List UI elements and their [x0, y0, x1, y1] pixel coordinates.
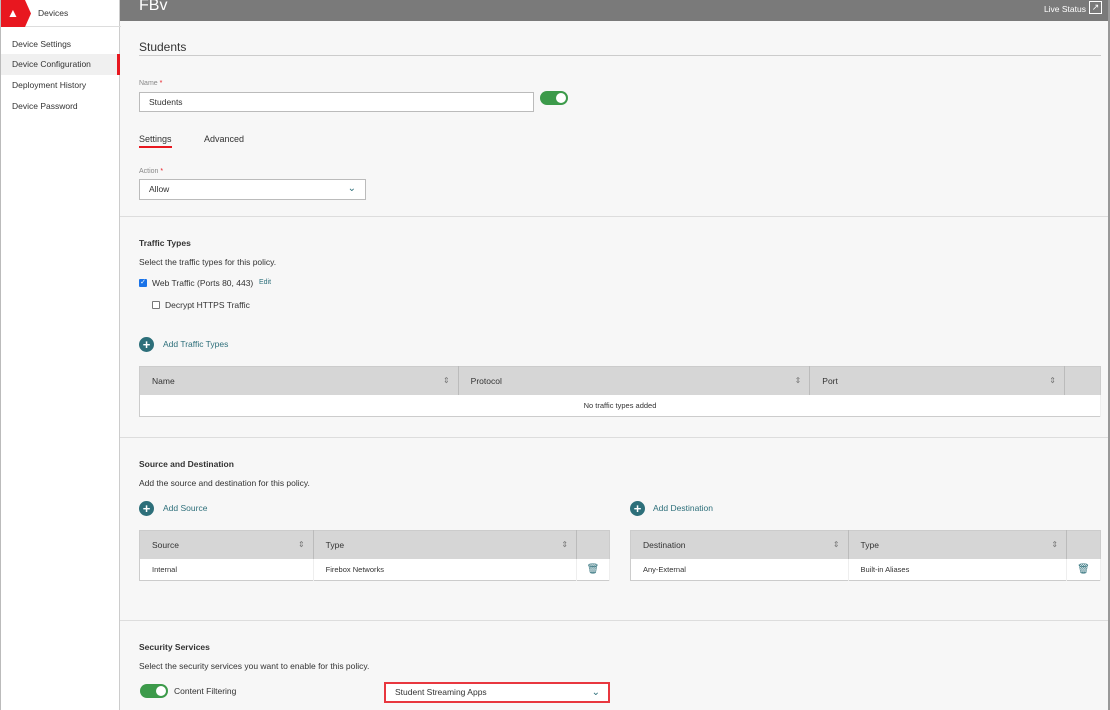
column-header-type[interactable]: Type⇕ — [848, 531, 1067, 559]
action-value: Allow — [149, 184, 169, 194]
trash-icon[interactable]: 🗑 — [1067, 559, 1101, 581]
heading-underline — [139, 55, 1101, 56]
edit-web-traffic-link[interactable]: Edit — [259, 279, 271, 286]
top-bar: FBv Live Status ↗ — [120, 0, 1110, 21]
column-header-port[interactable]: Port⇕ — [810, 367, 1065, 395]
chevron-down-icon: ⌄ — [592, 684, 600, 701]
add-traffic-types-icon[interactable]: + — [139, 337, 154, 352]
sort-icon[interactable]: ⇕ — [561, 540, 568, 549]
web-traffic-checkbox[interactable]: ✓ — [139, 279, 147, 287]
firebox-logo-icon: ▲ — [1, 0, 31, 27]
destination-table: Destination⇕ Type⇕ Any-External Built-in… — [630, 530, 1101, 581]
name-input[interactable]: Students — [139, 92, 534, 112]
active-tab-indicator — [139, 146, 172, 148]
divider — [120, 437, 1110, 438]
source-cell: Internal — [140, 559, 314, 581]
sidebar-item-device-configuration[interactable]: Device Configuration — [1, 54, 120, 75]
security-services-title: Security Services — [139, 642, 210, 652]
sidebar-item-device-settings[interactable]: Device Settings — [1, 34, 120, 55]
sort-icon[interactable]: ⇕ — [1049, 376, 1056, 385]
tab-advanced[interactable]: Advanced — [204, 134, 244, 144]
column-header-type[interactable]: Type⇕ — [313, 531, 576, 559]
add-source-icon[interactable]: + — [139, 501, 154, 516]
divider — [120, 216, 1110, 217]
column-header-destination[interactable]: Destination⇕ — [631, 531, 849, 559]
tab-settings[interactable]: Settings — [139, 134, 172, 144]
sort-icon[interactable]: ⇕ — [1051, 540, 1058, 549]
source-destination-desc: Add the source and destination for this … — [139, 478, 310, 488]
sidebar: ▲ Devices Device Settings Device Configu… — [0, 0, 120, 710]
add-destination-icon[interactable]: + — [630, 501, 645, 516]
profile-value: Student Streaming Apps — [395, 687, 487, 697]
sort-icon[interactable]: ⇕ — [795, 376, 802, 385]
content-filtering-profile-select[interactable]: Student Streaming Apps ⌄ — [384, 682, 610, 703]
add-traffic-types-link[interactable]: Add Traffic Types — [163, 339, 228, 349]
traffic-types-desc: Select the traffic types for this policy… — [139, 257, 276, 267]
source-table: Source⇕ Type⇕ Internal Firebox Networks … — [139, 530, 610, 581]
column-header-actions — [1067, 531, 1101, 559]
column-header-actions — [1065, 367, 1101, 395]
add-destination-link[interactable]: Add Destination — [653, 503, 713, 513]
decrypt-https-checkbox[interactable] — [152, 301, 160, 309]
device-title: FBv — [139, 0, 167, 15]
sort-icon[interactable]: ⇕ — [298, 540, 305, 549]
divider — [120, 620, 1110, 621]
traffic-types-table: Name⇕ Protocol⇕ Port⇕ No traffic types a… — [139, 366, 1101, 417]
sidebar-item-device-password[interactable]: Device Password — [1, 96, 120, 117]
column-header-protocol[interactable]: Protocol⇕ — [458, 367, 810, 395]
column-header-source[interactable]: Source⇕ — [140, 531, 314, 559]
live-status-link[interactable]: Live Status — [1044, 4, 1086, 14]
type-cell: Firebox Networks — [313, 559, 576, 581]
type-cell: Built-in Aliases — [848, 559, 1067, 581]
empty-table-message: No traffic types added — [140, 395, 1101, 417]
security-services-desc: Select the security services you want to… — [139, 661, 369, 671]
action-select[interactable]: Allow ⌄ — [139, 179, 366, 200]
table-row: Any-External Built-in Aliases 🗑 — [631, 559, 1101, 581]
column-header-name[interactable]: Name⇕ — [140, 367, 459, 395]
web-traffic-label: Web Traffic (Ports 80, 443) — [152, 278, 253, 288]
brand-label: Devices — [38, 8, 68, 18]
sort-icon[interactable]: ⇕ — [443, 376, 450, 385]
policy-heading: Students — [139, 40, 186, 54]
chevron-down-icon: ⌄ — [348, 180, 356, 198]
brand-header[interactable]: ▲ Devices — [1, 0, 121, 27]
sidebar-item-deployment-history[interactable]: Deployment History — [1, 75, 120, 96]
column-header-actions — [577, 531, 610, 559]
decrypt-https-label: Decrypt HTTPS Traffic — [165, 300, 250, 310]
table-row: Internal Firebox Networks 🗑 — [140, 559, 610, 581]
name-label: Name * — [139, 80, 162, 87]
content-filtering-toggle[interactable] — [140, 684, 168, 698]
add-source-link[interactable]: Add Source — [163, 503, 207, 513]
policy-enabled-toggle[interactable] — [540, 91, 568, 105]
sort-icon[interactable]: ⇕ — [833, 540, 840, 549]
action-label: Action * — [139, 168, 163, 175]
destination-cell: Any-External — [631, 559, 849, 581]
content-filtering-label: Content Filtering — [174, 686, 236, 696]
external-link-icon[interactable]: ↗ — [1089, 1, 1102, 14]
source-destination-title: Source and Destination — [139, 459, 234, 469]
trash-icon[interactable]: 🗑 — [577, 559, 610, 581]
traffic-types-title: Traffic Types — [139, 238, 191, 248]
